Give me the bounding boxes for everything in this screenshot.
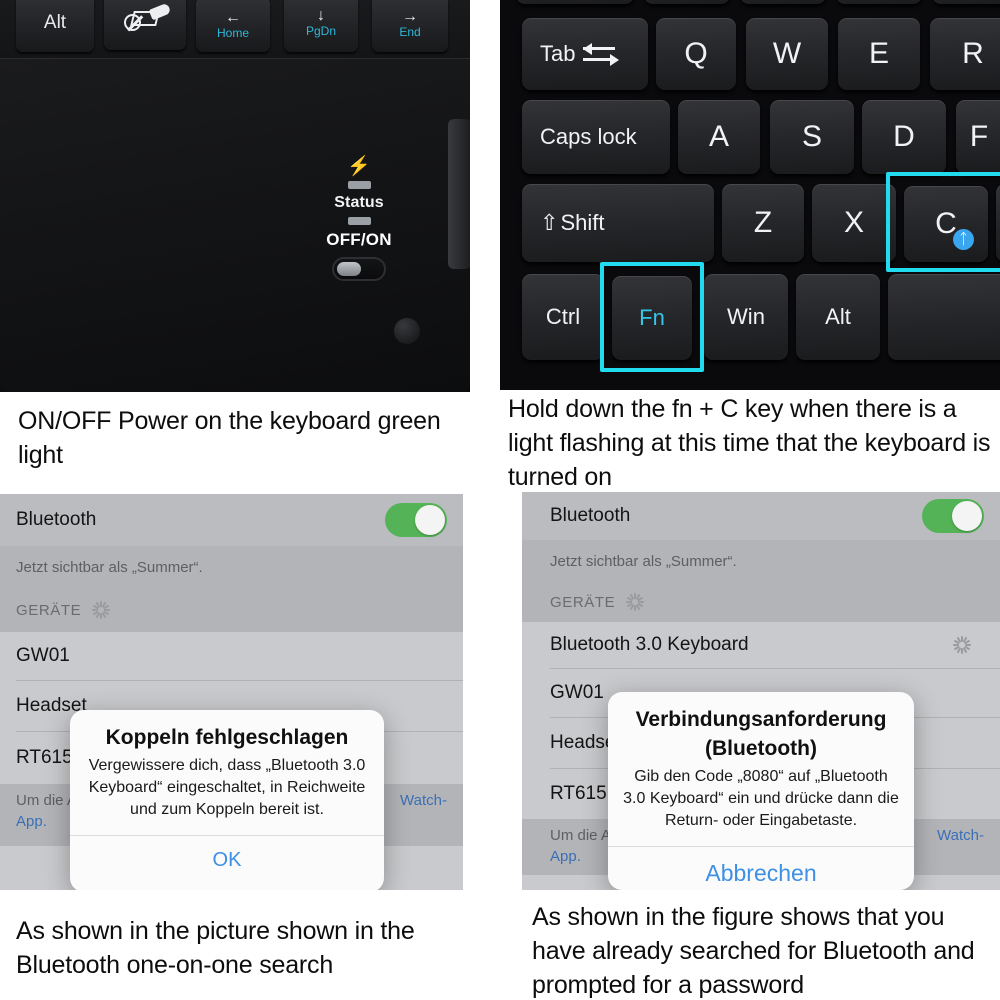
key-w[interactable]: W xyxy=(746,18,828,90)
status-label: Status xyxy=(334,194,384,211)
key-win[interactable]: Win xyxy=(704,274,788,360)
scanning-spinner xyxy=(91,600,111,620)
power-label: OFF/ON xyxy=(326,230,392,249)
visibility-subtitle: Jetzt sichtbar als „Summer“. xyxy=(16,558,203,576)
touchpad-disable-icon[interactable] xyxy=(104,0,186,50)
footer-link-2[interactable]: App. xyxy=(550,848,581,865)
visibility-subtitle-row: Jetzt sichtbar als „Summer“. xyxy=(0,546,463,588)
pairing-request-dialog: Verbindungsanforderung (Bluetooth) Gib d… xyxy=(608,692,914,890)
toggle-knob xyxy=(415,505,445,535)
key-s[interactable]: S xyxy=(770,100,854,174)
dialog-title-line2: (Bluetooth) xyxy=(705,737,817,760)
key-row0-a[interactable] xyxy=(516,0,634,4)
visibility-subtitle: Jetzt sichtbar als „Summer“. xyxy=(550,552,737,570)
key-fn[interactable]: Fn xyxy=(612,276,692,360)
scanning-spinner xyxy=(625,592,645,612)
devices-section-header: GERÄTE xyxy=(522,582,1000,622)
power-slide-switch[interactable] xyxy=(332,257,386,281)
charging-port xyxy=(394,318,420,344)
key-row0-c[interactable] xyxy=(740,0,826,4)
shift-arrow-icon: ⇧ xyxy=(540,210,559,235)
bluetooth-toggle-row[interactable]: Bluetooth xyxy=(522,492,1000,540)
bluetooth-toggle[interactable] xyxy=(922,499,984,533)
dialog-ok-button[interactable]: OK xyxy=(70,836,384,887)
key-z[interactable]: Z xyxy=(722,184,804,262)
dialog-message: Vergewissere dich, dass „Bluetooth 3.0 K… xyxy=(88,757,366,818)
key-d[interactable]: D xyxy=(862,100,946,174)
visibility-subtitle-row: Jetzt sichtbar als „Summer“. xyxy=(522,540,1000,582)
caption-bottom-right: As shown in the figure shows that you ha… xyxy=(532,903,975,999)
key-alt[interactable]: Alt xyxy=(16,0,94,52)
key-v[interactable] xyxy=(996,184,1000,262)
status-led xyxy=(347,217,371,225)
bluetooth-toggle[interactable] xyxy=(385,503,447,537)
key-row0-e[interactable] xyxy=(932,0,1000,4)
key-alt-right[interactable]: Alt xyxy=(796,274,880,360)
key-f[interactable]: F xyxy=(956,100,1000,174)
pairing-failed-dialog: Koppeln fehlgeschlagen Vergewissere dich… xyxy=(70,710,384,890)
device-row-gw01[interactable]: GW01 xyxy=(0,632,463,680)
key-pgdn[interactable]: ↓ PgDn xyxy=(284,0,358,52)
bluetooth-icon: ᛏ xyxy=(953,229,974,250)
devices-header-label: GERÄTE xyxy=(550,593,616,611)
bluetooth-label: Bluetooth xyxy=(550,505,631,526)
key-c[interactable]: C ᛏ xyxy=(904,186,988,262)
key-shift[interactable]: ⇧Shift xyxy=(522,184,714,262)
key-q[interactable]: Q xyxy=(656,18,736,90)
footer-link-2[interactable]: App. xyxy=(16,813,47,830)
tutorial-collage: Alt ← Home ↓ PgDn → End ⚡ Status OFF/ON … xyxy=(0,0,1000,1000)
bluetooth-settings-right: Bluetooth Jetzt sichtbar als „Summer“. G… xyxy=(522,492,1000,890)
touchpad-glyph xyxy=(122,2,172,34)
bluetooth-settings-left: Bluetooth Jetzt sichtbar als „Summer“. G… xyxy=(0,494,463,890)
dialog-message: Gib den Code „8080“ auf „Bluetooth 3.0 K… xyxy=(623,768,899,829)
key-a[interactable]: A xyxy=(678,100,760,174)
lightning-bolt-icon: ⚡ xyxy=(347,156,371,177)
key-x[interactable]: X xyxy=(812,184,896,262)
key-row0-b[interactable] xyxy=(644,0,730,4)
tab-arrows-icon xyxy=(583,42,620,66)
keyboard-power-photo: Alt ← Home ↓ PgDn → End ⚡ Status OFF/ON xyxy=(0,0,470,392)
key-e[interactable]: E xyxy=(838,18,920,90)
key-caps-lock[interactable]: Caps lock xyxy=(522,100,670,174)
keyboard-fnc-photo: Tab Q W E R Caps lock A S D F ⇧Shift Z X… xyxy=(500,0,1000,390)
toggle-knob xyxy=(952,501,982,531)
key-end[interactable]: → End xyxy=(372,0,448,52)
key-row0-d[interactable] xyxy=(836,0,922,4)
devices-section-header: GERÄTE xyxy=(0,588,463,632)
bluetooth-label: Bluetooth xyxy=(16,509,97,530)
caption-top-left: ON/OFF Power on the keyboard green light xyxy=(18,407,441,469)
key-space[interactable] xyxy=(888,274,1000,360)
bluetooth-toggle-row[interactable]: Bluetooth xyxy=(0,494,463,546)
caption-bottom-left: As shown in the picture shown in the Blu… xyxy=(16,917,415,979)
charge-led xyxy=(347,181,371,189)
power-switch-knob[interactable] xyxy=(337,262,361,276)
caption-top-right: Hold down the fn + C key when there is a… xyxy=(508,395,991,491)
devices-header-label: GERÄTE xyxy=(16,601,82,619)
key-home[interactable]: ← Home xyxy=(196,0,270,52)
dialog-title-line1: Verbindungsanforderung xyxy=(635,708,887,731)
keyboard-hinge xyxy=(448,119,470,269)
status-indicator-block: ⚡ Status OFF/ON xyxy=(310,157,408,281)
connecting-spinner xyxy=(952,635,972,655)
dialog-cancel-button[interactable]: Abbrechen xyxy=(608,847,914,890)
key-shift-label: ⇧Shift xyxy=(540,210,605,235)
keyboard-body: ⚡ Status OFF/ON xyxy=(0,58,470,392)
footer-link[interactable]: Watch- xyxy=(937,825,984,846)
key-ctrl[interactable]: Ctrl xyxy=(522,274,604,360)
footer-link[interactable]: Watch- xyxy=(400,790,447,811)
dialog-title: Koppeln fehlgeschlagen xyxy=(105,726,349,749)
key-r[interactable]: R xyxy=(930,18,1000,90)
device-row-bt30-keyboard[interactable]: Bluetooth 3.0 Keyboard xyxy=(522,622,1000,668)
key-tab[interactable]: Tab xyxy=(522,18,648,90)
